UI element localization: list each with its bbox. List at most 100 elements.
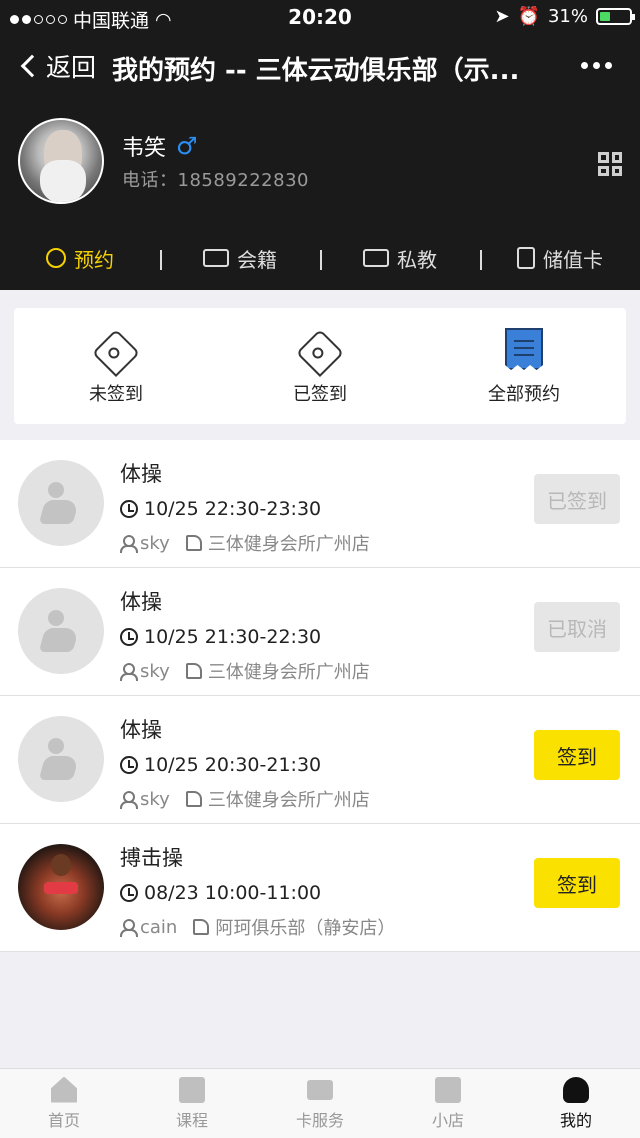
check-in-button[interactable]: 签到 bbox=[534, 858, 620, 908]
check-in-button[interactable]: 签到 bbox=[534, 730, 620, 780]
class-date: 10/25 bbox=[144, 498, 199, 520]
shop-icon bbox=[435, 1076, 461, 1103]
filter-label: 未签到 bbox=[89, 384, 143, 405]
class-date: 10/25 bbox=[144, 754, 199, 776]
clock-icon bbox=[120, 884, 138, 902]
profile-card: 韦笑 ♂ 电话：18589222830 bbox=[18, 118, 622, 204]
bottom-tab-label: 课程 bbox=[175, 1110, 208, 1130]
cancelled-button: 已取消 bbox=[534, 602, 620, 652]
location-sign-icon bbox=[185, 663, 202, 679]
coach-icon bbox=[120, 791, 138, 809]
location-sign-icon bbox=[185, 791, 202, 807]
location-sign-icon bbox=[193, 919, 210, 935]
bottom-tab-label: 小店 bbox=[431, 1110, 464, 1130]
coach-icon bbox=[120, 919, 138, 937]
class-title: 搏击操 bbox=[120, 846, 183, 870]
bottom-tab-shop[interactable]: 小店 bbox=[384, 1069, 512, 1138]
chevron-left-icon bbox=[20, 54, 44, 78]
class-placeholder-image bbox=[18, 460, 104, 546]
qr-code-icon[interactable] bbox=[598, 152, 622, 176]
tab-booking[interactable]: 预约 bbox=[0, 244, 160, 273]
class-placeholder-image bbox=[18, 716, 104, 802]
coach-photo bbox=[18, 844, 104, 930]
bottom-tab-card-service[interactable]: 卡服务 bbox=[256, 1069, 384, 1138]
class-placeholder-image bbox=[18, 588, 104, 674]
avatar-beard bbox=[40, 160, 86, 202]
class-date: 08/23 bbox=[144, 882, 199, 904]
membership-card-icon bbox=[203, 249, 229, 267]
clock-icon bbox=[120, 756, 138, 774]
filter-label: 全部预约 bbox=[488, 384, 560, 405]
bottom-tab-courses[interactable]: 课程 bbox=[128, 1069, 256, 1138]
tab-membership[interactable]: 会籍 bbox=[160, 244, 320, 273]
coach-name: sky bbox=[140, 660, 170, 682]
back-button[interactable]: 返回 bbox=[18, 48, 96, 84]
coach-name: sky bbox=[140, 532, 170, 554]
alarm-icon: ⏰ bbox=[517, 6, 540, 27]
coach-icon bbox=[120, 663, 138, 681]
class-meta: sky 三体健身会所广州店 bbox=[120, 786, 370, 812]
class-date: 10/25 bbox=[144, 626, 199, 648]
filter-not-checked-in[interactable]: 未签到 bbox=[14, 308, 218, 424]
tab-personal-training[interactable]: 私教 bbox=[320, 244, 480, 273]
class-title: 体操 bbox=[120, 590, 162, 614]
bottom-tab-label: 首页 bbox=[47, 1110, 80, 1130]
person-icon bbox=[563, 1076, 589, 1103]
navigation-bar: 返回 我的预约 -- 三体云动俱乐部（示... bbox=[0, 40, 640, 96]
tag-checked-icon bbox=[295, 328, 345, 378]
location-icon: ➤ bbox=[494, 6, 510, 27]
page-title: 我的预约 -- 三体云动俱乐部（示... bbox=[112, 56, 520, 86]
checked-in-button: 已签到 bbox=[534, 474, 620, 524]
class-title: 体操 bbox=[120, 718, 162, 742]
coach-icon bbox=[120, 535, 138, 553]
battery-icon bbox=[596, 8, 635, 25]
filter-label: 已签到 bbox=[293, 384, 347, 405]
filter-all-bookings[interactable]: 全部预约 bbox=[422, 308, 626, 424]
home-icon bbox=[51, 1076, 77, 1103]
avatar[interactable] bbox=[18, 118, 104, 204]
clipboard-icon bbox=[179, 1076, 205, 1103]
booking-row[interactable]: 体操 10/25 21:30-22:30 sky 三体健身会所广州店 已取消 bbox=[0, 568, 640, 696]
more-menu-button[interactable] bbox=[581, 62, 612, 69]
profile-tabs: 预约 会籍 私教 储值卡 bbox=[0, 238, 640, 278]
location-name: 三体健身会所广州店 bbox=[207, 662, 370, 683]
bottom-tab-mine[interactable]: 我的 bbox=[512, 1069, 640, 1138]
location-name: 阿珂俱乐部（静安店） bbox=[215, 918, 396, 939]
class-time-range: 22:30-23:30 bbox=[204, 498, 322, 520]
profile-name: 韦笑 bbox=[122, 136, 167, 161]
booking-list: 体操 10/25 22:30-23:30 sky 三体健身会所广州店 已签到 体… bbox=[0, 440, 640, 952]
receipt-icon bbox=[505, 328, 543, 370]
filter-checked-in[interactable]: 已签到 bbox=[218, 308, 422, 424]
status-bar: 中国联通 ◠ 20:20 ➤ ⏰ 31% bbox=[0, 0, 640, 34]
stored-value-card-icon bbox=[517, 247, 535, 269]
card-icon bbox=[307, 1079, 333, 1100]
class-time: 10/25 20:30-21:30 bbox=[120, 754, 321, 776]
booking-row[interactable]: 体操 10/25 20:30-21:30 sky 三体健身会所广州店 签到 bbox=[0, 696, 640, 824]
class-meta: sky 三体健身会所广州店 bbox=[120, 658, 370, 684]
booking-row[interactable]: 搏击操 08/23 10:00-11:00 cain 阿珂俱乐部（静安店） 签到 bbox=[0, 824, 640, 952]
coach-name: cain bbox=[140, 916, 178, 938]
status-right: ➤ ⏰ 31% bbox=[494, 6, 635, 27]
class-time-range: 21:30-22:30 bbox=[204, 626, 322, 648]
booking-row[interactable]: 体操 10/25 22:30-23:30 sky 三体健身会所广州店 已签到 bbox=[0, 440, 640, 568]
location-name: 三体健身会所广州店 bbox=[207, 534, 370, 555]
back-label: 返回 bbox=[46, 53, 97, 82]
tab-label: 会籍 bbox=[237, 247, 277, 272]
clock-icon bbox=[120, 628, 138, 646]
bottom-tab-home[interactable]: 首页 bbox=[0, 1069, 128, 1138]
male-icon: ♂ bbox=[176, 132, 198, 160]
location-sign-icon bbox=[185, 535, 202, 551]
class-meta: sky 三体健身会所广州店 bbox=[120, 530, 370, 556]
tag-unchecked-icon bbox=[91, 328, 141, 378]
class-time: 10/25 22:30-23:30 bbox=[120, 498, 321, 520]
location-name: 三体健身会所广州店 bbox=[207, 790, 370, 811]
profile-phone: 电话：18589222830 bbox=[122, 170, 309, 191]
coach-name: sky bbox=[140, 788, 170, 810]
id-card-icon bbox=[363, 249, 389, 267]
more-dot bbox=[593, 62, 600, 69]
bottom-tab-label: 我的 bbox=[559, 1110, 592, 1130]
tab-stored-value-card[interactable]: 储值卡 bbox=[480, 244, 640, 273]
class-meta: cain 阿珂俱乐部（静安店） bbox=[120, 914, 395, 940]
tab-label: 储值卡 bbox=[543, 247, 603, 272]
class-time: 08/23 10:00-11:00 bbox=[120, 882, 321, 904]
